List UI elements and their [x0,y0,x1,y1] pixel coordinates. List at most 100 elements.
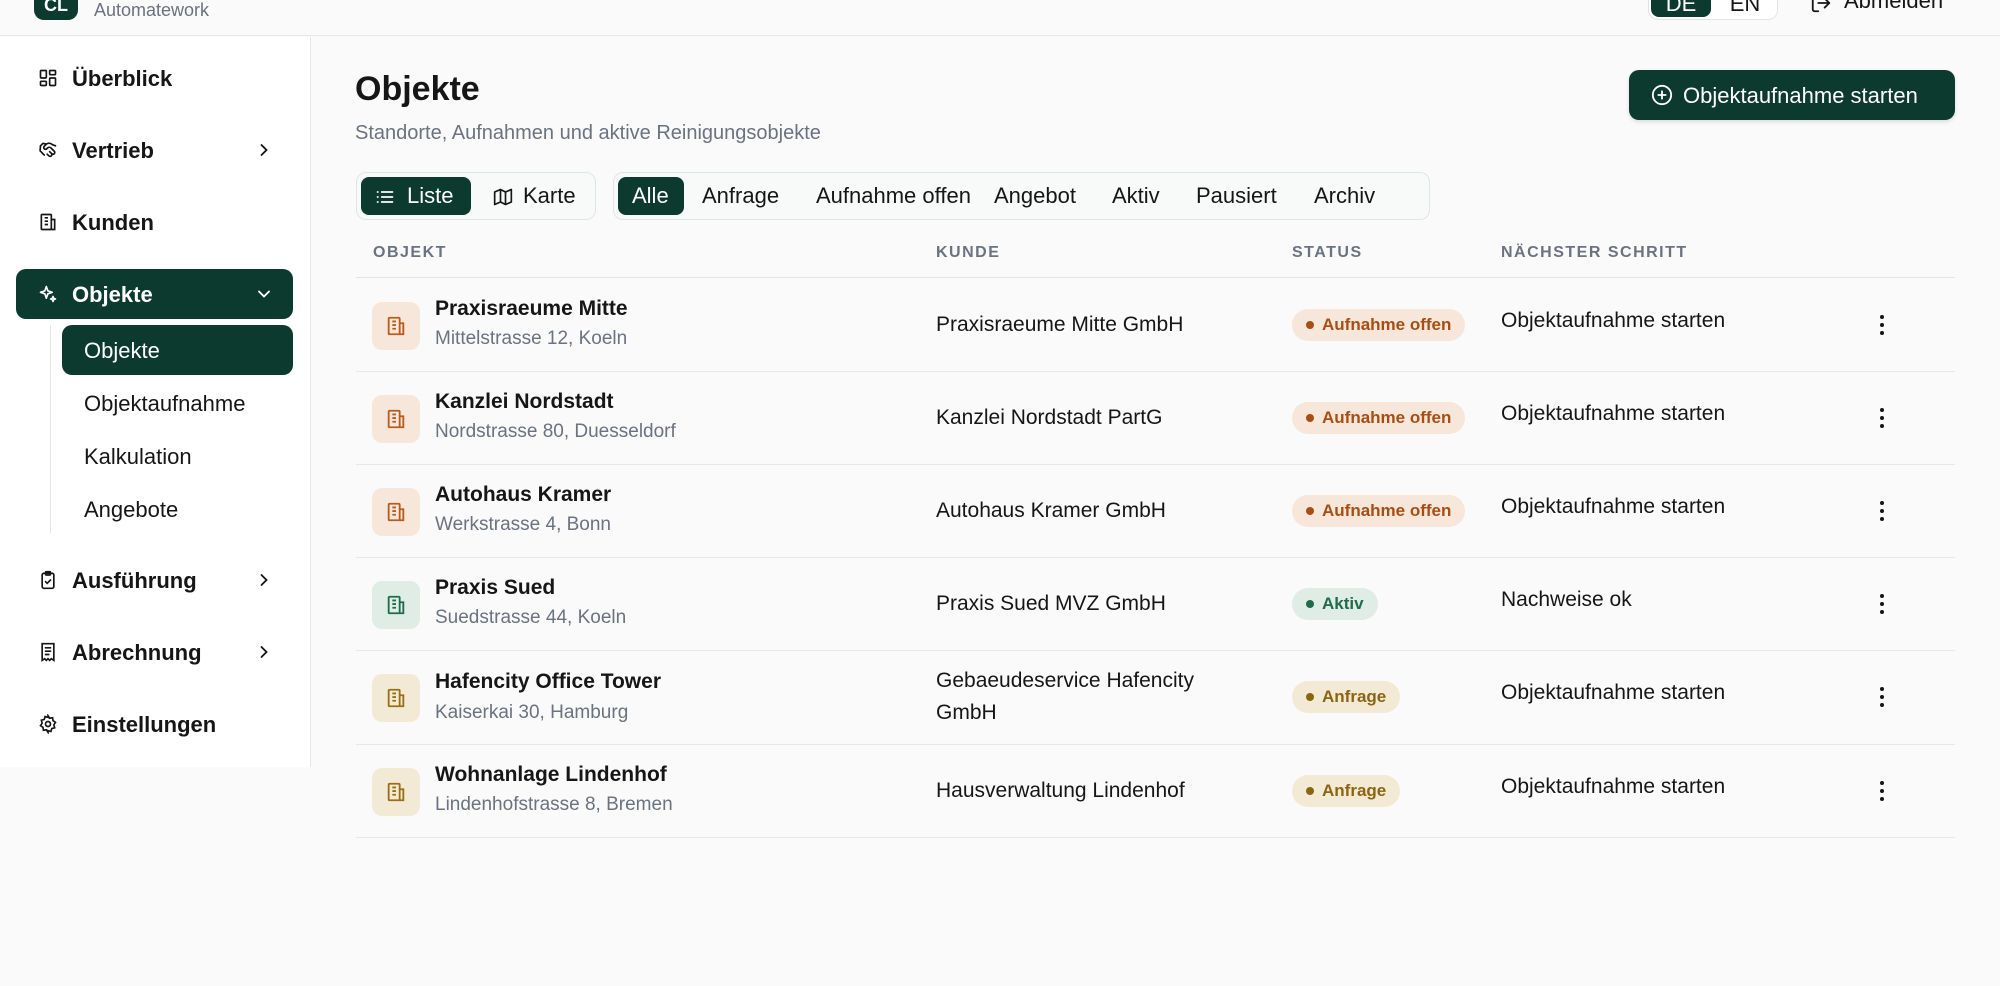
sidebar-item-ueberblick[interactable]: Überblick [16,53,293,103]
building-icon [40,213,56,231]
next-step: Objektaufnahme starten [1501,681,1726,704]
filter-label: Archiv [1314,183,1376,208]
language-toggle: DE EN [1648,0,1778,20]
building-icon [387,595,405,615]
next-step: Objektaufnahme starten [1501,402,1726,425]
sidebar-item-vertrieb[interactable]: Vertrieb [16,125,293,175]
table-row[interactable]: Praxisraeume Mitte Mittelstrasse 12, Koe… [356,279,1955,372]
object-name: Praxis Sued [435,576,556,599]
chevron-right-icon [260,144,268,156]
filter-pausiert[interactable]: Pausiert [1192,177,1306,215]
status-label: Anfrage [1322,781,1387,800]
filter-angebot[interactable]: Angebot [984,177,1098,215]
object-name: Wohnanlage Lindenhof [435,763,667,786]
brand-subtitle: Automatework [94,0,210,20]
customer-name: Kanzlei Nordstadt PartG [936,406,1163,429]
object-icon-container [372,488,420,536]
dashboard-icon [39,69,57,87]
next-step: Nachweise ok [1501,588,1632,611]
object-name: Hafencity Office Tower [435,670,661,693]
filter-label: Aktiv [1112,183,1160,208]
status-badge: Aufnahme offen [1292,402,1466,434]
object-address: Kaiserkai 30, Hamburg [435,702,629,723]
object-icon-container [372,768,420,816]
customer-name: Gebaeudeservice Hafencity GmbH [936,669,1194,724]
map-icon [493,188,513,206]
logout-button[interactable]: Abmelden [1810,0,2000,16]
status-badge: Anfrage [1292,681,1401,713]
clipboard-icon [41,570,55,590]
handshake-icon [39,142,57,158]
table-row[interactable]: Autohaus Kramer Werkstrasse 4, Bonn Auto… [356,465,1955,558]
status-badge: Aufnahme offen [1292,309,1466,341]
filter-alle[interactable]: Alle [618,177,684,215]
row-menu-button[interactable] [1866,493,1898,529]
table-row[interactable]: Hafencity Office Tower Kaiserkai 30, Ham… [356,651,1955,745]
building-icon [387,782,405,802]
subnav-item-label: Objektaufnahme [84,391,246,416]
logout-label: Abmelden [1844,0,1944,13]
chevron-down-icon [258,290,270,298]
logout-icon [1811,0,1831,13]
status-label: Aufnahme offen [1322,315,1452,334]
column-header-objekt: OBJEKT [373,244,447,261]
object-address: Werkstrasse 4, Bonn [435,514,612,535]
status-badge: Aktiv [1292,588,1378,620]
building-icon [387,688,405,708]
next-step: Objektaufnahme starten [1501,309,1726,332]
view-list-button[interactable]: Liste [361,177,471,215]
status-dot [1306,414,1314,422]
status-dot [1306,507,1314,515]
row-menu-button[interactable] [1866,679,1898,715]
view-list-label: Liste [407,183,454,208]
sidebar-item-label: Kunden [72,210,154,235]
filter-aufnahme-offen[interactable]: Aufnahme offen [802,177,978,215]
customer-name: Autohaus Kramer GmbH [936,499,1166,522]
row-menu-button[interactable] [1866,773,1898,809]
subnav-item-objektaufnahme[interactable]: Objektaufnahme [62,378,293,428]
status-dot [1306,600,1314,608]
object-address: Lindenhofstrasse 8, Bremen [435,794,673,815]
object-name: Kanzlei Nordstadt [435,390,614,413]
filter-label: Angebot [994,183,1076,208]
top-bar: CL Automatework DE EN Abmelden [0,0,2000,36]
filter-aktiv[interactable]: Aktiv [1104,177,1184,215]
sidebar-item-kunden[interactable]: Kunden [16,197,293,247]
filter-label: Pausiert [1196,183,1277,208]
row-menu-button[interactable] [1866,586,1898,622]
view-map-button[interactable]: Karte [479,177,591,215]
start-inspection-button[interactable]: Objektaufnahme starten [1629,70,1955,120]
language-de-button[interactable]: DE [1651,0,1711,17]
sidebar-item-ausfuehrung[interactable]: Ausführung [16,555,293,605]
status-dot [1306,693,1314,701]
row-menu-button[interactable] [1866,400,1898,436]
object-address: Mittelstrasse 12, Koeln [435,328,628,349]
sidebar-item-abrechnung[interactable]: Abrechnung [16,627,293,677]
language-en-button[interactable]: EN [1715,0,1775,17]
subnav-item-objekte[interactable]: Objekte [62,325,293,375]
column-header-next-step: NÄCHSTER SCHRITT [1501,244,1688,261]
subnav-item-label: Kalkulation [84,444,192,469]
subnav-item-kalkulation[interactable]: Kalkulation [62,431,293,481]
filter-label: Aufnahme offen [816,183,971,208]
table-row[interactable]: Kanzlei Nordstadt Nordstrasse 80, Duesse… [356,372,1955,465]
page-subtitle: Standorte, Aufnahmen und aktive Reinigun… [355,122,821,144]
brand-logo: CL [34,0,78,20]
subnav-item-label: Angebote [84,497,179,522]
customer-name: Praxisraeume Mitte GmbH [936,313,1184,336]
customer-name: Hausverwaltung Lindenhof [936,779,1185,802]
object-icon-container [372,395,420,443]
row-menu-button[interactable] [1866,307,1898,343]
view-map-label: Karte [523,183,576,208]
object-icon-container [372,674,420,722]
object-name: Praxisraeume Mitte [435,297,628,320]
filter-archiv[interactable]: Archiv [1314,177,1424,215]
plus-circle-icon [1651,84,1673,106]
filter-anfrage[interactable]: Anfrage [688,177,798,215]
table-row[interactable]: Praxis Sued Suedstrasse 44, Koeln Praxis… [356,558,1955,651]
sidebar-item-einstellungen[interactable]: Einstellungen [16,699,293,749]
next-step: Objektaufnahme starten [1501,775,1726,798]
sidebar-item-objekte[interactable]: Objekte [16,269,293,319]
subnav-item-angebote[interactable]: Angebote [62,484,293,534]
table-row[interactable]: Wohnanlage Lindenhof Lindenhofstrasse 8,… [356,745,1955,838]
